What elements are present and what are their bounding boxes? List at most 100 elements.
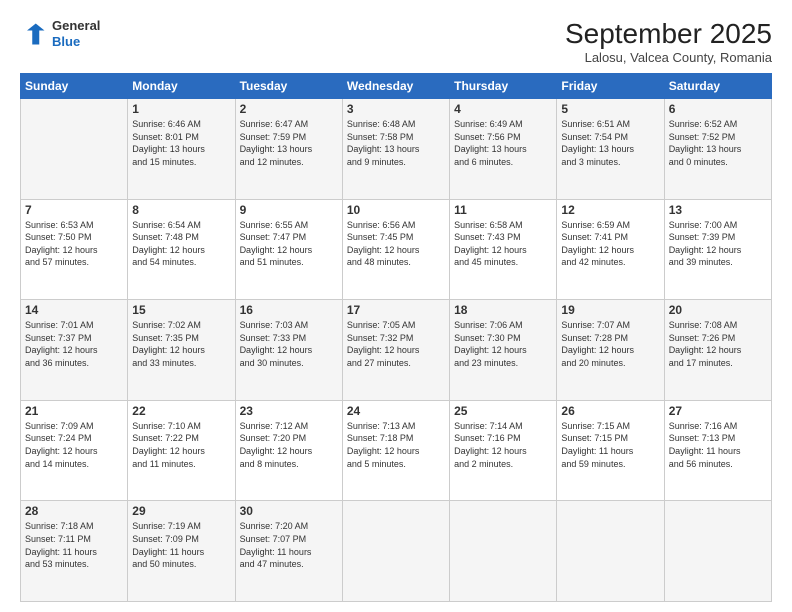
col-friday: Friday [557, 74, 664, 99]
table-row [21, 99, 128, 200]
table-row: 10Sunrise: 6:56 AM Sunset: 7:45 PM Dayli… [342, 199, 449, 300]
table-row: 11 Sunrise: 6:58 AM Sunset: 7:43 PM Dayli… [450, 199, 557, 300]
day-info: Sunrise: 6:58 AM Sunset: 7:43 PM Dayligh… [454, 219, 552, 269]
table-row [664, 501, 771, 602]
logo-icon [20, 20, 48, 48]
table-row: 14Sunrise: 7:01 AM Sunset: 7:37 PM Dayli… [21, 300, 128, 401]
table-row: 16Sunrise: 7:03 AM Sunset: 7:33 PM Dayli… [235, 300, 342, 401]
title-block: September 2025 Lalosu, Valcea County, Ro… [565, 18, 772, 65]
day-info: Sunrise: 7:13 AM Sunset: 7:18 PM Dayligh… [347, 420, 445, 470]
day-number: 2 [240, 102, 338, 116]
logo-blue-text: Blue [52, 34, 80, 49]
day-info: Sunrise: 6:55 AM Sunset: 7:47 PM Dayligh… [240, 219, 338, 269]
table-row: 1Sunrise: 6:46 AM Sunset: 8:01 PM Daylig… [128, 99, 235, 200]
calendar-title: September 2025 [565, 18, 772, 50]
logo-text: General Blue [52, 18, 100, 49]
day-number: 30 [240, 504, 338, 518]
day-info: Sunrise: 7:00 AM Sunset: 7:39 PM Dayligh… [669, 219, 767, 269]
day-number: 6 [669, 102, 767, 116]
day-info: Sunrise: 7:16 AM Sunset: 7:13 PM Dayligh… [669, 420, 767, 470]
day-number: 9 [240, 203, 338, 217]
table-row: 8Sunrise: 6:54 AM Sunset: 7:48 PM Daylig… [128, 199, 235, 300]
calendar-subtitle: Lalosu, Valcea County, Romania [565, 50, 772, 65]
table-row: 12Sunrise: 6:59 AM Sunset: 7:41 PM Dayli… [557, 199, 664, 300]
table-row: 9 Sunrise: 6:55 AM Sunset: 7:47 PM Daylig… [235, 199, 342, 300]
table-row [557, 501, 664, 602]
calendar-table: Sunday Monday Tuesday Wednesday Thursday… [20, 73, 772, 602]
day-info: Sunrise: 7:10 AM Sunset: 7:22 PM Dayligh… [132, 420, 230, 470]
table-row [450, 501, 557, 602]
table-row: 29Sunrise: 7:19 AM Sunset: 7:09 PM Dayli… [128, 501, 235, 602]
col-sunday: Sunday [21, 74, 128, 99]
page: General Blue September 2025 Lalosu, Valc… [0, 0, 792, 612]
day-info: Sunrise: 6:47 AM Sunset: 7:59 PM Dayligh… [240, 118, 338, 168]
table-row: 26Sunrise: 7:15 AM Sunset: 7:15 PM Dayli… [557, 400, 664, 501]
calendar-row-1: 1Sunrise: 6:46 AM Sunset: 8:01 PM Daylig… [21, 99, 772, 200]
day-info: Sunrise: 7:02 AM Sunset: 7:35 PM Dayligh… [132, 319, 230, 369]
table-row: 25Sunrise: 7:14 AM Sunset: 7:16 PM Dayli… [450, 400, 557, 501]
header: General Blue September 2025 Lalosu, Valc… [20, 18, 772, 65]
calendar-row-5: 28 Sunrise: 7:18 AM Sunset: 7:11 PM Dayli… [21, 501, 772, 602]
day-info: Sunrise: 6:49 AM Sunset: 7:56 PM Dayligh… [454, 118, 552, 168]
day-info: Sunrise: 6:54 AM Sunset: 7:48 PM Dayligh… [132, 219, 230, 269]
day-number: 18 [454, 303, 552, 317]
day-info: Sunrise: 6:53 AM Sunset: 7:50 PM Dayligh… [25, 219, 123, 269]
day-info: Sunrise: 7:05 AM Sunset: 7:32 PM Dayligh… [347, 319, 445, 369]
table-row: 4Sunrise: 6:49 AM Sunset: 7:56 PM Daylig… [450, 99, 557, 200]
table-row: 15 Sunrise: 7:02 AM Sunset: 7:35 PM Dayli… [128, 300, 235, 401]
table-row: 28 Sunrise: 7:18 AM Sunset: 7:11 PM Dayli… [21, 501, 128, 602]
day-number: 12 [561, 203, 659, 217]
day-info: Sunrise: 7:07 AM Sunset: 7:28 PM Dayligh… [561, 319, 659, 369]
table-row: 17 Sunrise: 7:05 AM Sunset: 7:32 PM Dayli… [342, 300, 449, 401]
col-wednesday: Wednesday [342, 74, 449, 99]
day-number: 20 [669, 303, 767, 317]
col-saturday: Saturday [664, 74, 771, 99]
day-info: Sunrise: 7:09 AM Sunset: 7:24 PM Dayligh… [25, 420, 123, 470]
table-row: 6 Sunrise: 6:52 AM Sunset: 7:52 PM Daylig… [664, 99, 771, 200]
day-number: 15 [132, 303, 230, 317]
day-number: 17 [347, 303, 445, 317]
day-number: 19 [561, 303, 659, 317]
day-number: 1 [132, 102, 230, 116]
table-row: 27 Sunrise: 7:16 AM Sunset: 7:13 PM Dayli… [664, 400, 771, 501]
day-number: 10 [347, 203, 445, 217]
col-monday: Monday [128, 74, 235, 99]
table-row: 13 Sunrise: 7:00 AM Sunset: 7:39 PM Dayli… [664, 199, 771, 300]
col-tuesday: Tuesday [235, 74, 342, 99]
day-info: Sunrise: 6:52 AM Sunset: 7:52 PM Dayligh… [669, 118, 767, 168]
day-number: 28 [25, 504, 123, 518]
logo: General Blue [20, 18, 100, 49]
table-row: 5 Sunrise: 6:51 AM Sunset: 7:54 PM Daylig… [557, 99, 664, 200]
day-info: Sunrise: 7:12 AM Sunset: 7:20 PM Dayligh… [240, 420, 338, 470]
day-info: Sunrise: 7:19 AM Sunset: 7:09 PM Dayligh… [132, 520, 230, 570]
day-number: 22 [132, 404, 230, 418]
day-info: Sunrise: 6:48 AM Sunset: 7:58 PM Dayligh… [347, 118, 445, 168]
table-row [342, 501, 449, 602]
table-row: 30Sunrise: 7:20 AM Sunset: 7:07 PM Dayli… [235, 501, 342, 602]
logo-general-text: General [52, 18, 100, 33]
table-row: 19 Sunrise: 7:07 AM Sunset: 7:28 PM Dayli… [557, 300, 664, 401]
day-number: 5 [561, 102, 659, 116]
header-row: Sunday Monday Tuesday Wednesday Thursday… [21, 74, 772, 99]
day-info: Sunrise: 7:18 AM Sunset: 7:11 PM Dayligh… [25, 520, 123, 570]
day-info: Sunrise: 7:06 AM Sunset: 7:30 PM Dayligh… [454, 319, 552, 369]
calendar-row-2: 7Sunrise: 6:53 AM Sunset: 7:50 PM Daylig… [21, 199, 772, 300]
day-number: 13 [669, 203, 767, 217]
calendar-row-3: 14Sunrise: 7:01 AM Sunset: 7:37 PM Dayli… [21, 300, 772, 401]
day-number: 3 [347, 102, 445, 116]
day-info: Sunrise: 7:08 AM Sunset: 7:26 PM Dayligh… [669, 319, 767, 369]
col-thursday: Thursday [450, 74, 557, 99]
table-row: 21 Sunrise: 7:09 AM Sunset: 7:24 PM Dayli… [21, 400, 128, 501]
day-info: Sunrise: 7:15 AM Sunset: 7:15 PM Dayligh… [561, 420, 659, 470]
table-row: 22 Sunrise: 7:10 AM Sunset: 7:22 PM Dayli… [128, 400, 235, 501]
table-row: 2 Sunrise: 6:47 AM Sunset: 7:59 PM Daylig… [235, 99, 342, 200]
day-number: 11 [454, 203, 552, 217]
table-row: 24Sunrise: 7:13 AM Sunset: 7:18 PM Dayli… [342, 400, 449, 501]
day-number: 27 [669, 404, 767, 418]
calendar-row-4: 21 Sunrise: 7:09 AM Sunset: 7:24 PM Dayli… [21, 400, 772, 501]
table-row: 23Sunrise: 7:12 AM Sunset: 7:20 PM Dayli… [235, 400, 342, 501]
day-info: Sunrise: 6:51 AM Sunset: 7:54 PM Dayligh… [561, 118, 659, 168]
table-row: 3 Sunrise: 6:48 AM Sunset: 7:58 PM Daylig… [342, 99, 449, 200]
day-number: 21 [25, 404, 123, 418]
table-row: 7Sunrise: 6:53 AM Sunset: 7:50 PM Daylig… [21, 199, 128, 300]
